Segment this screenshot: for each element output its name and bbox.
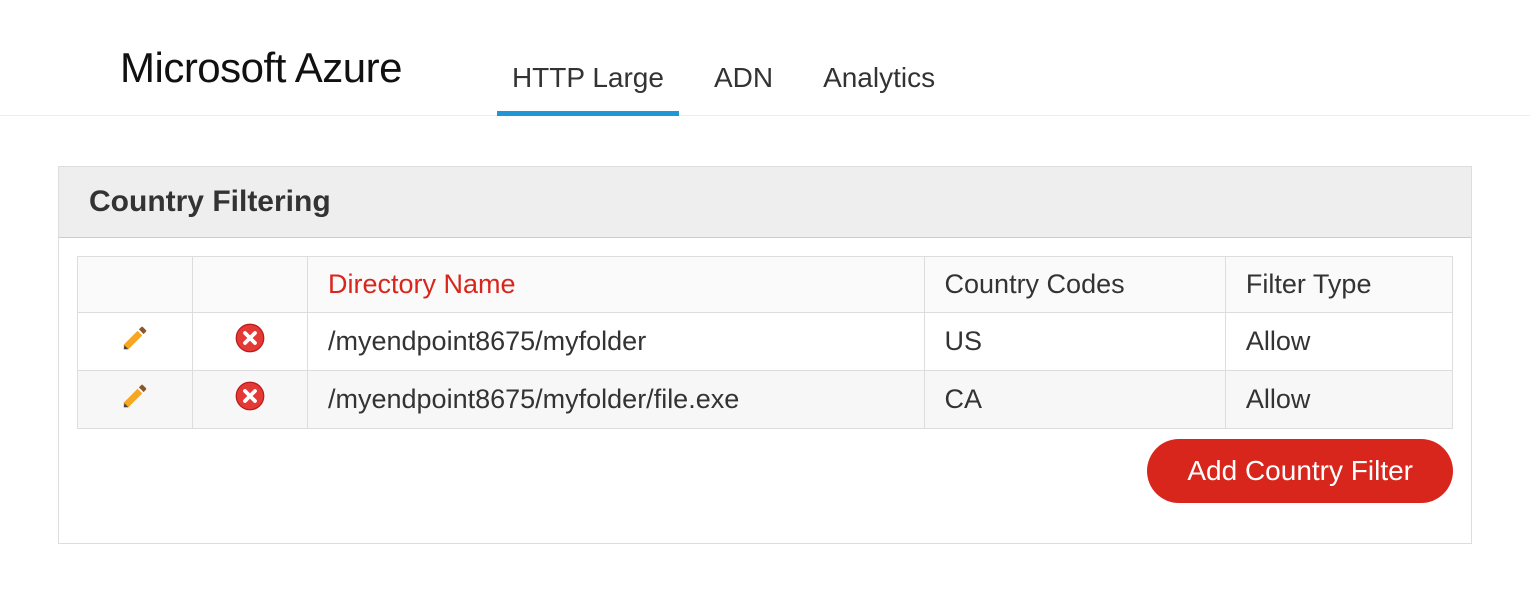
col-country-codes: Country Codes xyxy=(924,257,1225,313)
delete-button[interactable] xyxy=(200,323,300,360)
azure-logo: Microsoft Azure xyxy=(120,44,402,92)
cell-filter-type: Allow xyxy=(1225,313,1452,371)
cell-country-codes: CA xyxy=(924,371,1225,429)
add-row: Add Country Filter xyxy=(77,439,1453,503)
tab-http-large[interactable]: HTTP Large xyxy=(512,20,664,115)
edit-button[interactable] xyxy=(85,323,185,360)
col-edit xyxy=(78,257,193,313)
country-filter-table: Directory Name Country Codes Filter Type xyxy=(77,256,1453,429)
table-header-row: Directory Name Country Codes Filter Type xyxy=(78,257,1453,313)
add-country-filter-button[interactable]: Add Country Filter xyxy=(1147,439,1453,503)
edit-button[interactable] xyxy=(85,381,185,418)
tab-adn[interactable]: ADN xyxy=(714,20,773,115)
header: Microsoft Azure HTTP Large ADN Analytics xyxy=(0,0,1530,116)
cell-filter-type: Allow xyxy=(1225,371,1452,429)
panel-title: Country Filtering xyxy=(59,167,1471,238)
col-delete xyxy=(193,257,308,313)
cell-directory: /myendpoint8675/myfolder xyxy=(308,313,925,371)
col-filter-type: Filter Type xyxy=(1225,257,1452,313)
pencil-icon xyxy=(120,381,150,411)
panel-body: Directory Name Country Codes Filter Type xyxy=(59,238,1471,543)
delete-icon xyxy=(235,323,265,353)
delete-icon xyxy=(235,381,265,411)
col-directory-name[interactable]: Directory Name xyxy=(308,257,925,313)
delete-button[interactable] xyxy=(200,381,300,418)
pencil-icon xyxy=(120,323,150,353)
table-row: /myendpoint8675/myfolder/file.exe CA All… xyxy=(78,371,1453,429)
table-row: /myendpoint8675/myfolder US Allow xyxy=(78,313,1453,371)
country-filtering-panel: Country Filtering Directory Name Country… xyxy=(58,166,1472,544)
cell-country-codes: US xyxy=(924,313,1225,371)
nav-tabs: HTTP Large ADN Analytics xyxy=(512,20,935,115)
cell-directory: /myendpoint8675/myfolder/file.exe xyxy=(308,371,925,429)
tab-analytics[interactable]: Analytics xyxy=(823,20,935,115)
